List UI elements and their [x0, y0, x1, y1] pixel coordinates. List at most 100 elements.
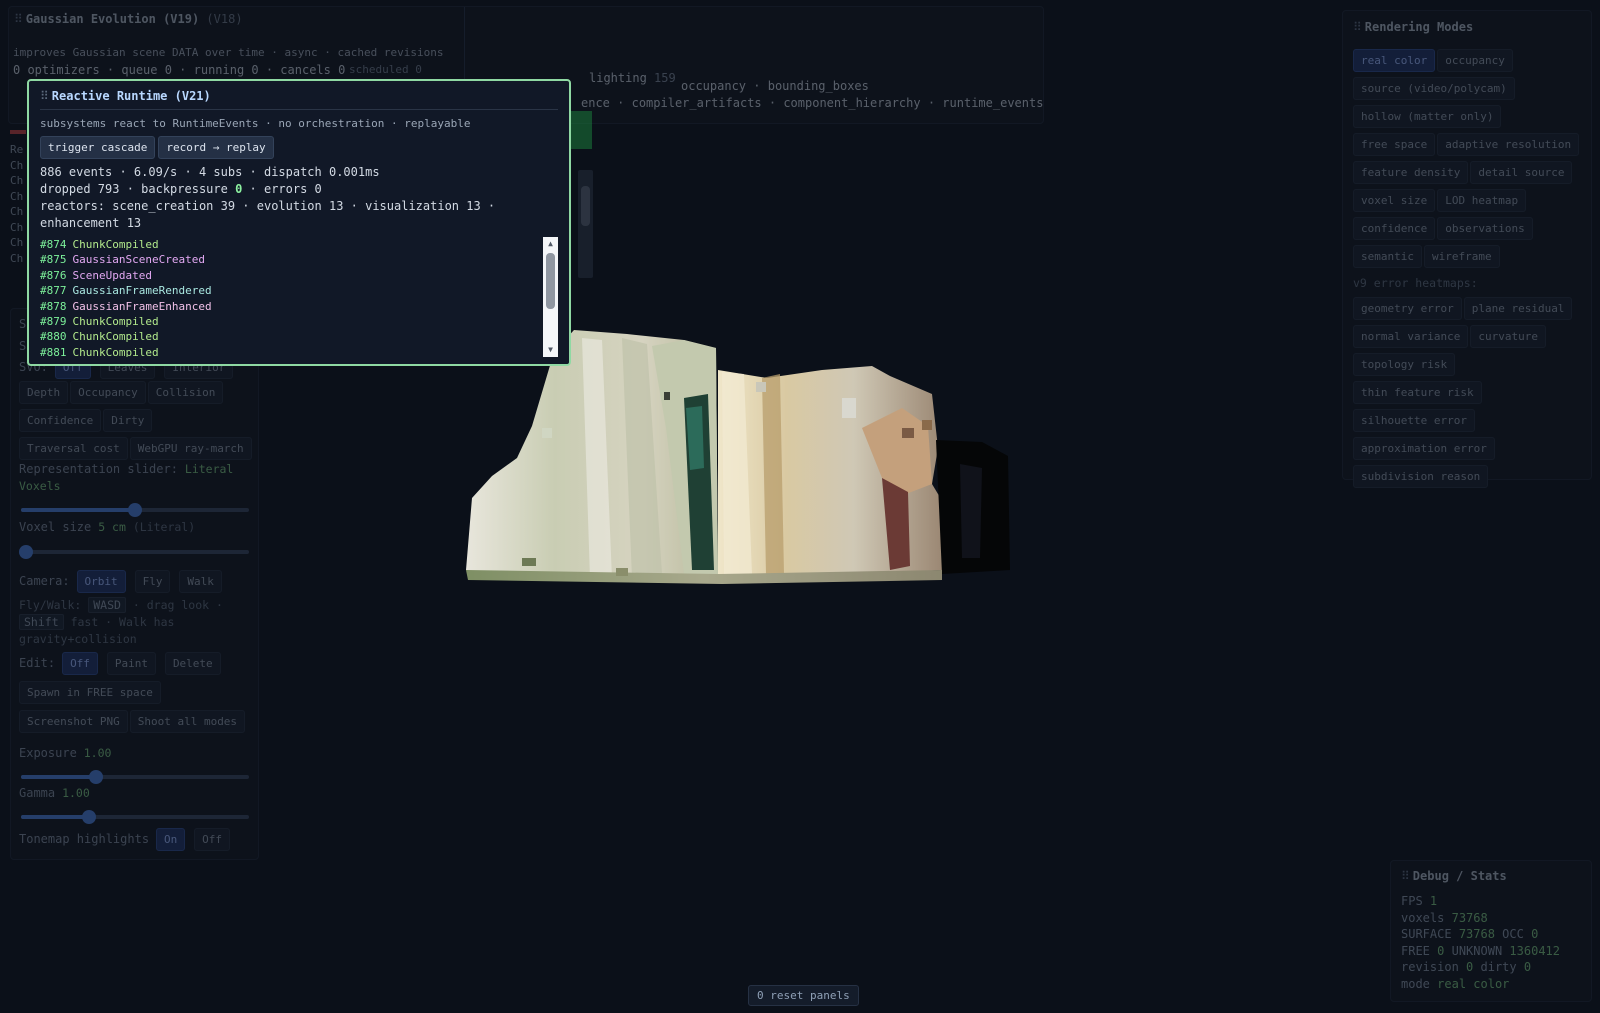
runtime-subtitle: subsystems react to RuntimeEvents · no o… — [40, 117, 471, 130]
event-log-row: #876 SceneUpdated — [40, 268, 538, 283]
event-log-row: #875 GaussianSceneCreated — [40, 252, 538, 267]
runtime-stats-line-1: 886 events · 6.09/s · 4 subs · dispatch … — [40, 165, 380, 179]
event-name: GaussianFrameEnhanced — [72, 299, 212, 313]
panel-title: Gaussian Evolution (V19) — [25, 12, 200, 26]
ghost-title: (V18) — [206, 12, 243, 26]
camera-fly-button[interactable]: Fly — [134, 570, 171, 593]
event-name: ChunkCompiled — [72, 238, 159, 251]
runtime-stats-line-2: dropped 793 · backpressure 0 · errors 0 — [40, 182, 322, 196]
gamma-slider[interactable] — [19, 810, 251, 824]
ghost-scrollbar[interactable] — [578, 170, 593, 278]
gamma-label: Gamma 1.00 — [19, 786, 90, 800]
heatmap-subdivision-button[interactable]: subdivision reason — [1353, 465, 1489, 488]
event-name: ChunkCompiled — [72, 345, 159, 357]
scroll-thumb[interactable] — [546, 253, 555, 309]
mode-feature-density-button[interactable]: feature density — [1353, 161, 1469, 184]
camera-orbit-button[interactable]: Orbit — [76, 570, 126, 593]
event-number: #881 — [40, 345, 67, 357]
runtime-reactors: reactors: scene_creation 39 · evolution … — [40, 199, 496, 230]
svo-occupancy-button[interactable]: Occupancy — [70, 381, 146, 404]
mode-semantic-button[interactable]: semantic — [1353, 245, 1422, 268]
mode-source-button[interactable]: source (video/polycam) — [1353, 77, 1515, 100]
edit-delete-button[interactable]: Delete — [164, 652, 221, 675]
event-log[interactable]: #874 ChunkCompiled #875 GaussianSceneCreate… — [40, 237, 558, 357]
mode-confidence-button[interactable]: confidence — [1353, 217, 1436, 240]
event-number: #879 — [40, 315, 67, 329]
representation-slider[interactable] — [19, 503, 251, 517]
heatmap-normal-variance-button[interactable]: normal variance — [1353, 325, 1469, 348]
event-name: ChunkCompiled — [72, 330, 159, 344]
mode-real-color-button[interactable]: real color — [1353, 49, 1436, 72]
reset-panels-button[interactable]: 0 reset panels — [748, 985, 859, 1006]
event-log-row: #879 ChunkCompiled — [40, 314, 538, 329]
drag-handle-icon[interactable]: ⠿ — [1401, 869, 1410, 883]
drag-handle-icon[interactable]: ⠿ — [14, 12, 23, 26]
event-name: SceneUpdated — [72, 268, 152, 282]
heatmap-curvature-button[interactable]: curvature — [1470, 325, 1546, 348]
voxel-size-slider[interactable] — [19, 545, 251, 559]
mode-chips: real color occupancy source (video/polyca… — [1353, 49, 1589, 493]
heatmap-geometry-error-button[interactable]: geometry error — [1353, 297, 1462, 320]
svo-options: Depth Occupancy Collision Confidence Dirty … — [19, 381, 254, 465]
panel-title: Rendering Modes — [1364, 20, 1474, 34]
svo-webgpu-button[interactable]: WebGPU ray-march — [129, 437, 252, 460]
event-name: ChunkCompiled — [72, 315, 159, 329]
heatmap-plane-residual-button[interactable]: plane residual — [1463, 297, 1573, 320]
mode-free-space-button[interactable]: free space — [1353, 133, 1436, 156]
event-log-scrollbar[interactable]: ▲ ▼ — [543, 237, 558, 357]
event-number: #880 — [40, 330, 67, 344]
flywalk-help: Fly/Walk: WASD · drag look · Shift fast … — [19, 597, 223, 646]
camera-walk-button[interactable]: Walk — [179, 570, 222, 593]
drag-handle-icon[interactable]: ⠿ — [1353, 20, 1362, 34]
svo-dirty-button[interactable]: Dirty — [103, 409, 153, 432]
spawn-free-space-button[interactable]: Spawn in FREE space — [19, 681, 161, 704]
tonemap-row: Tonemap highlights On Off — [19, 828, 232, 856]
event-log-row: #878 GaussianFrameEnhanced — [40, 299, 538, 314]
heatmap-thin-feature-button[interactable]: thin feature risk — [1353, 381, 1482, 404]
mode-observations-button[interactable]: observations — [1437, 217, 1533, 240]
tonemap-on-button[interactable]: On — [155, 828, 186, 851]
ghost-row-2: ence · compiler_artifacts · component_hi… — [581, 96, 1044, 110]
mode-hollow-button[interactable]: hollow (matter only) — [1353, 105, 1502, 128]
event-number: #874 — [40, 238, 67, 251]
gaussian-line-1: improves Gaussian scene DATA over time ·… — [13, 46, 444, 59]
heatmap-topology-risk-button[interactable]: topology risk — [1353, 353, 1456, 376]
scroll-up-icon[interactable]: ▲ — [543, 237, 558, 251]
tonemap-off-button[interactable]: Off — [194, 828, 231, 851]
event-log-row: #877 GaussianFrameRendered — [40, 283, 538, 298]
rendering-modes-panel: ⠿ Rendering Modes real color occupancy sou… — [1342, 10, 1592, 488]
edit-row: Edit: Off Paint Delete — [19, 652, 223, 680]
heatmap-approximation-button[interactable]: approximation error — [1353, 437, 1495, 460]
mode-adaptive-button[interactable]: adaptive resolution — [1437, 133, 1580, 156]
event-number: #875 — [40, 253, 67, 267]
mode-lod-heatmap-button[interactable]: LOD heatmap — [1437, 189, 1527, 212]
screenshot-png-button[interactable]: Screenshot PNG — [19, 710, 128, 733]
drag-handle-icon[interactable]: ⠿ — [40, 89, 49, 103]
heatmaps-label: v9 error heatmaps: — [1353, 276, 1478, 290]
mode-voxel-size-button[interactable]: voxel size — [1353, 189, 1436, 212]
controls-panel: S S SVO: Off Leaves Interior Depth Occupa… — [10, 308, 259, 860]
shoot-all-modes-button[interactable]: Shoot all modes — [129, 710, 246, 733]
trigger-cascade-button[interactable]: trigger cascade — [40, 136, 156, 159]
representation-label: Representation slider: Literal Voxels — [19, 462, 234, 493]
svo-collision-button[interactable]: Collision — [147, 381, 224, 404]
event-number: #876 — [40, 268, 67, 282]
svo-confidence-button[interactable]: Confidence — [19, 409, 102, 432]
voxel-size-label: Voxel size 5 cm (Literal) — [19, 520, 196, 534]
mode-wireframe-button[interactable]: wireframe — [1423, 245, 1500, 268]
mode-occupancy-button[interactable]: occupancy — [1437, 49, 1513, 72]
exposure-slider[interactable] — [19, 770, 251, 784]
record-replay-button[interactable]: record → replay — [158, 136, 274, 159]
runtime-actions: trigger cascade record → replay — [40, 136, 558, 159]
event-name: GaussianFrameRendered — [72, 284, 212, 298]
mode-detail-source-button[interactable]: detail source — [1470, 161, 1573, 184]
panel-title: Debug / Stats — [1412, 869, 1507, 883]
scroll-down-icon[interactable]: ▼ — [543, 343, 558, 357]
debug-stats-panel: ⠿ Debug / Stats FPS 1 voxels 73768 SURFAC… — [1390, 860, 1592, 1002]
heatmap-silhouette-button[interactable]: silhouette error — [1353, 409, 1475, 432]
edit-paint-button[interactable]: Paint — [106, 652, 156, 675]
svo-depth-button[interactable]: Depth — [19, 381, 69, 404]
edit-off-button[interactable]: Off — [62, 652, 98, 675]
event-log-row: #874 ChunkCompiled — [40, 237, 538, 252]
svo-traversal-button[interactable]: Traversal cost — [19, 437, 128, 460]
